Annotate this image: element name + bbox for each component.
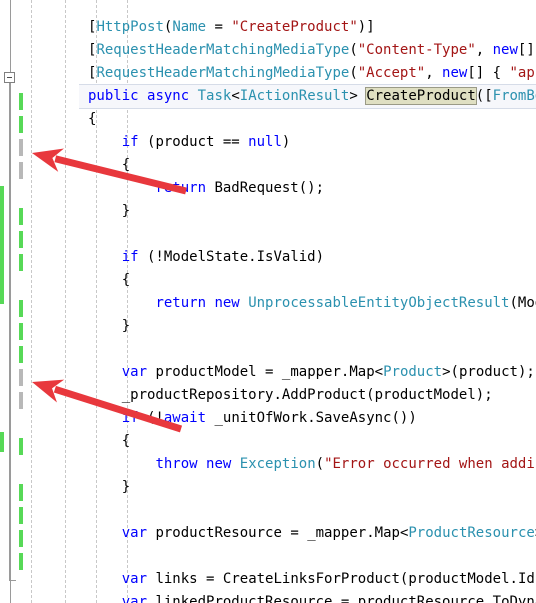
code-line[interactable]: [RequestHeaderMatchingMediaType("Content… xyxy=(0,39,536,62)
code-line-text: [RequestHeaderMatchingMediaType("Accept"… xyxy=(88,65,536,81)
code-line[interactable]: var productModel = _mapper.Map<Product>(… xyxy=(0,361,536,384)
code-line[interactable]: { xyxy=(0,154,536,177)
code-line[interactable]: } xyxy=(0,200,536,223)
code-line-text: [HttpPost(Name = "CreateProduct")] xyxy=(88,19,375,35)
code-line-text: public async Task<IActionResult> CreateP… xyxy=(88,87,536,105)
code-line[interactable] xyxy=(0,545,536,568)
code-line[interactable]: var links = CreateLinksForProduct(produc… xyxy=(0,568,536,591)
code-line[interactable] xyxy=(0,338,536,361)
code-line-text: { xyxy=(88,111,97,127)
code-line-text: } xyxy=(88,203,131,219)
code-line[interactable]: throw new Exception("Error occurred when… xyxy=(0,453,536,476)
code-line[interactable]: if (product == null) xyxy=(0,131,536,154)
code-line-text: } xyxy=(88,318,131,334)
code-line-text: _productRepository.AddProduct(productMod… xyxy=(121,387,493,403)
code-line-text: var productResource = _mapper.Map<Produc… xyxy=(121,525,536,541)
code-line[interactable]: [RequestHeaderMatchingMediaType("Accept"… xyxy=(0,62,536,85)
code-line-text: return BadRequest(); xyxy=(155,180,325,196)
code-line[interactable]: { xyxy=(0,269,536,292)
code-line[interactable]: if (!await _unitOfWork.SaveAsync()) xyxy=(0,407,536,430)
code-line-text: var productModel = _mapper.Map<Product>(… xyxy=(121,364,535,380)
code-line[interactable] xyxy=(0,499,536,522)
code-line[interactable]: return new UnprocessableEntityObjectResu… xyxy=(0,292,536,315)
code-line-text: { xyxy=(88,433,131,449)
code-editor[interactable]: [HttpPost(Name = "CreateProduct")] [Reque… xyxy=(0,0,536,603)
code-line-text: { xyxy=(88,272,131,288)
code-line[interactable]: public async Task<IActionResult> CreateP… xyxy=(0,85,536,108)
code-line[interactable]: _productRepository.AddProduct(productMod… xyxy=(0,384,536,407)
code-line-text: [RequestHeaderMatchingMediaType("Content… xyxy=(88,42,535,58)
code-line[interactable]: var productResource = _mapper.Map<Produc… xyxy=(0,522,536,545)
code-line[interactable]: if (!ModelState.IsValid) xyxy=(0,246,536,269)
code-line-text: } xyxy=(88,479,131,495)
code-line-text: throw new Exception("Error occurred when… xyxy=(155,456,536,472)
code-line[interactable]: { xyxy=(0,108,536,131)
code-line[interactable] xyxy=(0,223,536,246)
code-line[interactable]: } xyxy=(0,315,536,338)
code-line-text: if (!ModelState.IsValid) xyxy=(121,249,325,265)
code-line[interactable]: [HttpPost(Name = "CreateProduct")] xyxy=(0,16,536,39)
code-line-text: { xyxy=(88,157,131,173)
code-line-text: var links = CreateLinksForProduct(produc… xyxy=(121,571,536,587)
code-line[interactable]: return BadRequest(); xyxy=(0,177,536,200)
code-line[interactable]: } xyxy=(0,476,536,499)
code-line[interactable]: { xyxy=(0,430,536,453)
code-line-text: if (!await _unitOfWork.SaveAsync()) xyxy=(121,410,417,426)
code-line-text: return new UnprocessableEntityObjectResu… xyxy=(155,295,536,311)
code-line[interactable]: var linkedProductResource = productResou… xyxy=(0,591,536,603)
code-line-text: var linkedProductResource = productResou… xyxy=(121,594,536,603)
code-line-text: if (product == null) xyxy=(121,134,291,150)
